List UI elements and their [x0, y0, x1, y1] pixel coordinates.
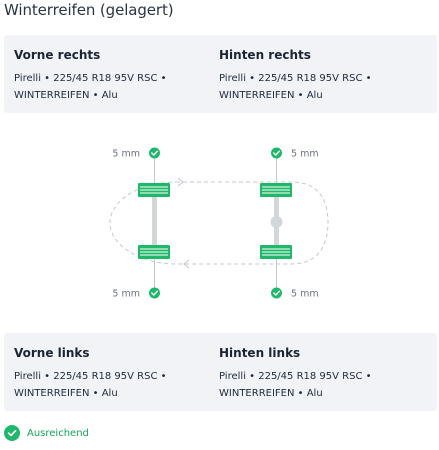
check-icon-rear-right — [271, 147, 282, 159]
tire-rear-right — [260, 183, 292, 197]
rear-left-spec: Pirelli • 225/45 R18 95V RSC • WINTERREI… — [219, 371, 372, 399]
section-title: Winterreifen (gelagert) — [4, 1, 174, 19]
tread-front-right: 5 mm — [112, 149, 140, 160]
rear-differential — [270, 216, 283, 228]
check-icon-front-right — [149, 147, 160, 159]
tire-diagram: 5 mm 5 mm 5 mm 5 mm — [109, 147, 329, 300]
front-right-spec: Pirelli • 225/45 R18 95V RSC • WINTERREI… — [14, 73, 167, 101]
check-icon-rear-left — [271, 287, 282, 299]
tire-front-right — [138, 183, 170, 197]
tread-rear-left: 5 mm — [291, 289, 319, 300]
front-left-spec: Pirelli • 225/45 R18 95V RSC • WINTERREI… — [14, 371, 167, 399]
front-left-label: Vorne links — [14, 346, 90, 360]
check-icon-front-left — [149, 287, 160, 299]
tread-front-left: 5 mm — [112, 289, 140, 300]
rear-right-label: Hinten rechts — [219, 48, 311, 62]
status-indicator: Ausreichend — [4, 424, 89, 442]
front-right-label: Vorne rechts — [14, 48, 101, 62]
rear-left-label: Hinten links — [219, 346, 301, 360]
left-tires-panel: Vorne links Pirelli • 225/45 R18 95V RSC… — [4, 333, 437, 411]
right-tires-panel: Vorne rechts Pirelli • 225/45 R18 95V RS… — [4, 35, 437, 113]
check-circle-icon — [4, 425, 20, 441]
rear-right-spec: Pirelli • 225/45 R18 95V RSC • WINTERREI… — [219, 73, 372, 101]
tire-front-left — [138, 245, 170, 259]
tire-rear-left — [260, 245, 292, 259]
tread-rear-right: 5 mm — [291, 149, 319, 160]
status-label: Ausreichend — [27, 427, 89, 439]
front-axle — [152, 190, 157, 254]
